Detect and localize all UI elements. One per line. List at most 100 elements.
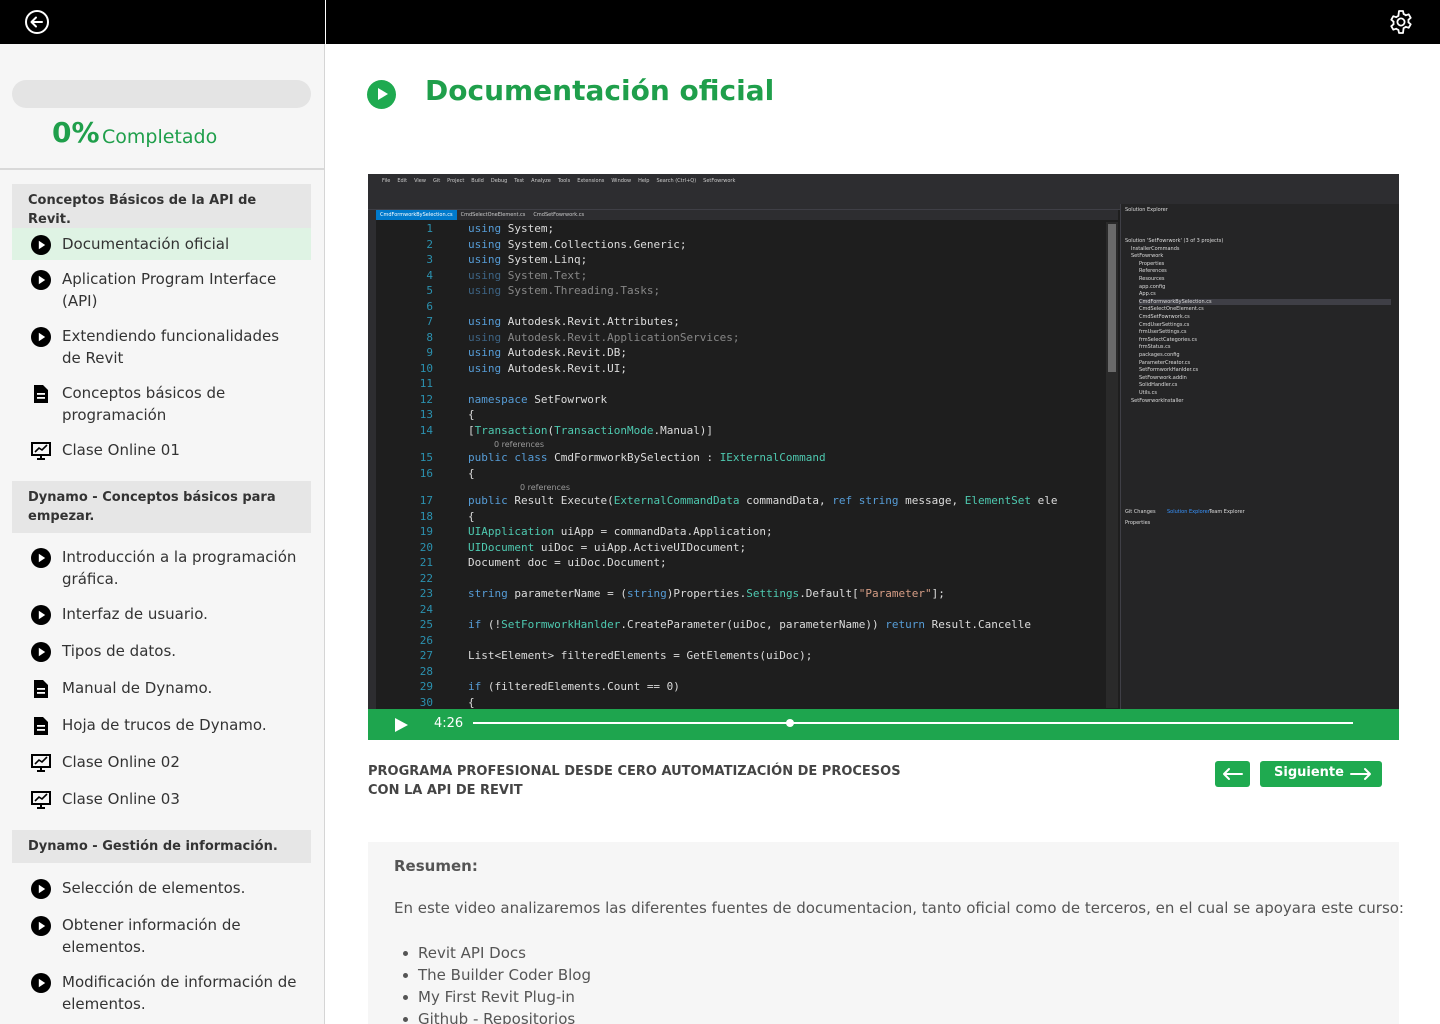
line-number: 3 <box>426 253 433 266</box>
line-number: 20 <box>419 540 433 554</box>
line-number: 6 <box>426 299 433 313</box>
code-line: 22 <box>376 572 1106 587</box>
lesson-label: Interfaz de usuario. <box>62 605 208 623</box>
solution-item: Utils.cs <box>1139 390 1157 396</box>
code-text: UIApplication uiApp = commandData.Applic… <box>468 525 773 538</box>
line-number: 30 <box>419 695 433 709</box>
line-number: 1 <box>426 222 433 235</box>
play-button[interactable] <box>393 717 409 733</box>
lesson-item[interactable]: Obtener información de elementos. <box>12 914 311 960</box>
solution-item: CmdUserSettings.cs <box>1139 321 1190 328</box>
code-text: using System; <box>468 222 555 235</box>
line-number: 16 <box>419 466 433 480</box>
code-line: 12 namespace SetFowrwork <box>376 393 1106 408</box>
lesson-label: Manual de Dynamo. <box>62 679 213 697</box>
play-circle-icon <box>30 547 52 569</box>
lesson-item[interactable]: Modificación de información de elementos… <box>12 971 311 1017</box>
solution-item: ParameterCreator.cs <box>1139 359 1191 366</box>
solution-item: SetFowrwork.addin <box>1139 374 1187 381</box>
code-line: 14 [Transaction(TransactionMode.Manual)] <box>376 424 1106 439</box>
lesson-label: Selección de elementos. <box>62 879 246 897</box>
summary-list-item: The Builder Coder Blog <box>402 964 591 986</box>
presentation-icon <box>30 440 52 462</box>
solution-item: SetFowrwork <box>1131 253 1164 260</box>
solution-item: frmUserSettings.cs <box>1139 329 1187 336</box>
ide-menu-item: Extensions <box>577 178 605 184</box>
summary-list-item: Github - Repositorios <box>402 1008 591 1024</box>
document-icon <box>30 678 52 700</box>
solution-item: app.config <box>1139 283 1166 290</box>
main-topbar <box>326 0 1440 44</box>
lesson-item[interactable]: Conceptos básicos de programación <box>12 382 311 428</box>
ide-menu-item: Git <box>432 178 441 184</box>
code-line: 3 using System.Linq; <box>376 253 1106 268</box>
summary-list-item: Revit API Docs <box>402 942 591 964</box>
line-number: 7 <box>426 315 433 328</box>
line-number: 22 <box>419 571 433 585</box>
line-number: 2 <box>426 237 433 251</box>
lesson-item[interactable]: Manual de Dynamo. <box>12 677 311 701</box>
code-text: using System.Threading.Tasks; <box>468 284 661 297</box>
code-line: 9 using Autodesk.Revit.DB; <box>376 346 1106 361</box>
presentation-icon <box>30 752 52 774</box>
ide-menu-item: Build <box>471 178 484 184</box>
course-sidebar: 0% Completado Conceptos Básicos de la AP… <box>0 44 325 1024</box>
settings-button[interactable] <box>1388 9 1414 35</box>
lesson-item[interactable]: Selección de elementos. <box>12 877 311 901</box>
summary-list: Revit API Docs The Builder Coder Blog My F… <box>402 942 591 1024</box>
lesson-item[interactable]: Clase Online 02 <box>12 751 311 775</box>
summary-panel: Resumen: En este video analizaremos las … <box>368 842 1404 1024</box>
lesson-item[interactable]: Clase Online 01 <box>12 439 311 463</box>
code-line: 27 List<Element> filteredElements = GetE… <box>376 649 1106 664</box>
lesson-label: Documentación oficial <box>62 235 230 253</box>
lesson-item[interactable]: Hoja de trucos de Dynamo. <box>12 714 311 738</box>
code-text: { <box>468 466 475 480</box>
solution-item: Resources <box>1139 276 1165 282</box>
previous-button[interactable] <box>1215 761 1250 787</box>
document-icon <box>30 715 52 737</box>
course-title: PROGRAMA PROFESIONAL DESDE CERO AUTOMATI… <box>368 764 901 798</box>
code-text: if (filteredElements.Count == 0) <box>468 680 680 693</box>
lesson-item[interactable]: Interfaz de usuario. <box>12 603 311 627</box>
ide-menu-item: Debug <box>490 178 508 184</box>
line-number: 18 <box>419 509 433 523</box>
lesson-item[interactable]: Documentación oficial <box>12 228 311 260</box>
code-line: 26 <box>376 634 1106 649</box>
lesson-label: Obtener información de elementos. <box>62 916 241 956</box>
lesson-item[interactable]: Tipos de datos. <box>12 640 311 664</box>
code-line: 20 UIDocument uiDoc = uiApp.ActiveUIDocu… <box>376 541 1106 556</box>
seek-bar[interactable] <box>473 719 1353 727</box>
summary-text: En este video analizaremos las diferente… <box>394 899 1404 917</box>
lesson-item[interactable]: Introducción a la programación gráfica. <box>12 546 311 592</box>
play-circle-icon <box>367 80 396 109</box>
line-number: 4 <box>426 268 433 282</box>
progress-label: Completado <box>102 126 218 148</box>
code-line: 23 string parameterName = (string)Proper… <box>376 587 1106 602</box>
back-button[interactable] <box>24 9 50 35</box>
video-player[interactable]: File Edit View Git Project Build Debug Test Anal… <box>368 174 1399 740</box>
line-number: 14 <box>419 423 433 437</box>
code-text: Document doc = uiDoc.Document; <box>468 556 667 569</box>
solution-item: packages.config <box>1139 352 1180 358</box>
section-header: Dynamo - Gestión de información. <box>12 830 311 863</box>
code-line: 6 <box>376 300 1106 315</box>
line-number: 25 <box>419 618 433 631</box>
lesson-item[interactable]: Extendiendo funcionalidades de Revit <box>12 325 311 371</box>
code-text: using Autodesk.Revit.ApplicationServices… <box>468 330 740 344</box>
ide-menu-item: File <box>382 178 391 184</box>
code-line: 8 using Autodesk.Revit.ApplicationService… <box>376 331 1106 346</box>
line-number: 29 <box>419 680 433 693</box>
code-text: { <box>468 408 475 421</box>
solution-item: CmdFormworkBySelection.cs <box>1139 298 1391 305</box>
lesson-item[interactable]: Clase Online 03 <box>12 788 311 812</box>
code-text: public class CmdFormworkBySelection : IE… <box>468 451 826 464</box>
line-number: 23 <box>419 587 433 600</box>
line-number: 26 <box>419 633 433 647</box>
line-number: 8 <box>426 330 433 344</box>
code-line: 21 Document doc = uiDoc.Document; <box>376 556 1106 571</box>
code-line: 7 using Autodesk.Revit.Attributes; <box>376 315 1106 330</box>
seek-handle[interactable] <box>785 719 794 727</box>
lesson-item[interactable]: Aplication Program Interface (API) <box>12 268 311 314</box>
next-button[interactable]: Siguiente <box>1260 761 1382 787</box>
presentation-icon <box>30 789 52 811</box>
